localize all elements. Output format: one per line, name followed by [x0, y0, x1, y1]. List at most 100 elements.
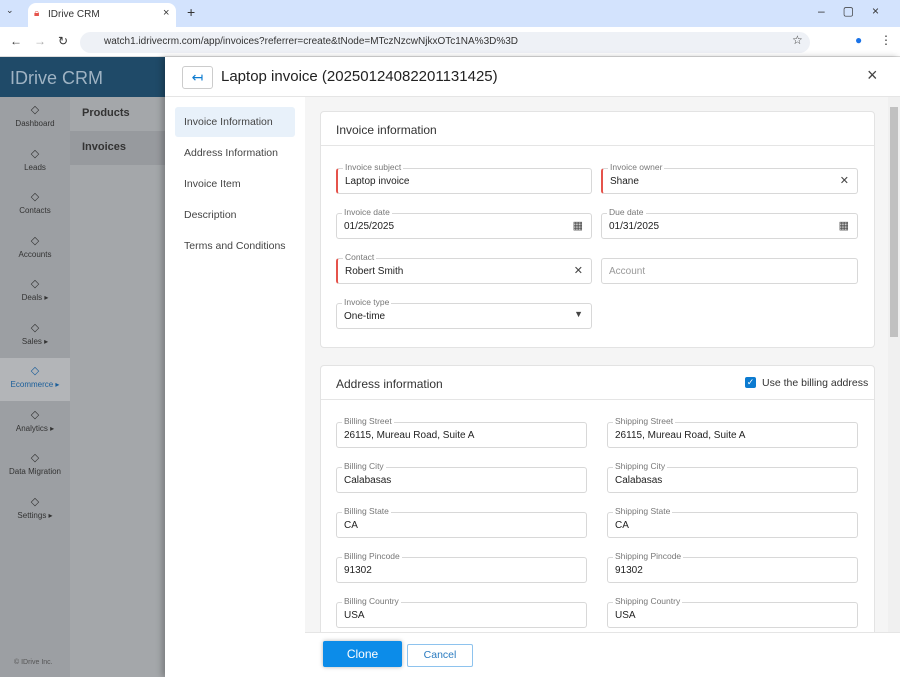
sidebar-item-accounts[interactable]: ◇ Accounts: [0, 228, 70, 271]
section-nav-item[interactable]: Invoice Information: [175, 107, 295, 137]
section-nav-item[interactable]: Address Information: [175, 138, 295, 168]
profile-icon[interactable]: ●: [855, 33, 862, 47]
billing-pincode-field[interactable]: Billing Pincode 91302: [336, 551, 587, 583]
scrollbar-thumb[interactable]: [890, 107, 898, 337]
billing-street-field[interactable]: Billing Street 26115, Mureau Road, Suite …: [336, 416, 587, 448]
account-field[interactable]: Account: [601, 258, 858, 284]
clone-button[interactable]: Clone: [323, 641, 402, 667]
field-value: Calabasas: [344, 475, 392, 486]
calendar-icon[interactable]: ▦: [573, 219, 583, 232]
field-label: Invoice owner: [608, 162, 665, 172]
sidebar-item-leads[interactable]: ◇ Leads: [0, 141, 70, 184]
sidebar-item-label: Ecommerce ▸: [10, 380, 60, 389]
contact-field[interactable]: Contact Robert Smith ✕: [336, 252, 592, 284]
tab-list-icon[interactable]: ⌄: [6, 5, 14, 16]
close-tab-icon[interactable]: ×: [163, 7, 169, 19]
reload-icon[interactable]: ↻: [58, 34, 68, 48]
idrive-favicon-icon: 🔒︎: [34, 8, 40, 19]
field-label: Invoice subject: [343, 162, 404, 172]
back-icon[interactable]: ←: [10, 34, 22, 48]
sidebar-item-label: Dashboard: [15, 119, 55, 128]
field-label: Billing Street: [342, 416, 394, 426]
tab-bar: ⌄ 🔒︎ IDrive CRM × + –▢×: [0, 0, 900, 27]
field-label: Shipping State: [613, 506, 673, 516]
shipping-city-field[interactable]: Shipping City Calabasas: [607, 461, 858, 493]
field-value: 26115, Mureau Road, Suite A: [615, 430, 746, 441]
sidebar-item-contacts[interactable]: ◇ Contacts: [0, 184, 70, 227]
field-value: CA: [615, 520, 629, 531]
sidebar-item-data[interactable]: ◇ Data Migration: [0, 445, 70, 488]
cancel-button[interactable]: Cancel: [407, 644, 473, 667]
sidebar-item-label: Data Migration: [8, 467, 62, 476]
billing-country-field[interactable]: Billing Country USA: [336, 596, 587, 628]
field-value: USA: [615, 610, 636, 621]
copyright: © IDrive Inc.: [14, 659, 53, 666]
analytics-icon: ◇: [30, 408, 40, 421]
section-nav-item[interactable]: Terms and Conditions: [175, 231, 295, 261]
invoice-subject-field[interactable]: Invoice subject Laptop invoice: [336, 162, 592, 194]
billing-city-field[interactable]: Billing City Calabasas: [336, 461, 587, 493]
new-tab-icon[interactable]: +: [187, 4, 195, 20]
section-title: Invoice information: [321, 112, 874, 146]
menu-icon[interactable]: ⋮: [880, 33, 892, 47]
section-nav-item[interactable]: Description: [175, 200, 295, 230]
modal-footer: Clone Cancel: [305, 632, 900, 677]
shipping-state-field[interactable]: Shipping State CA: [607, 506, 858, 538]
shipping-pincode-field[interactable]: Shipping Pincode 91302: [607, 551, 858, 583]
field-placeholder: Account: [609, 266, 646, 277]
field-label: Contact: [343, 252, 377, 262]
field-label: Billing State: [342, 506, 391, 516]
close-modal-icon[interactable]: ×: [867, 65, 878, 86]
sidebar-item-ecommerce[interactable]: ◇ Ecommerce ▸: [0, 358, 70, 401]
window-controls[interactable]: –▢×: [818, 4, 897, 18]
modal-header: ↤ Laptop invoice (20250124082201131425) …: [165, 57, 900, 97]
due-date-field[interactable]: Due date 01/31/2025 ▦: [601, 207, 858, 239]
sidebar-item-label: Contacts: [19, 206, 51, 215]
calendar-icon[interactable]: ▦: [839, 219, 849, 232]
field-value: Shane: [610, 176, 639, 187]
ecommerce-icon: ◇: [30, 365, 40, 377]
subnav-products[interactable]: Products: [70, 97, 165, 131]
deals-icon: ◇: [30, 278, 40, 290]
invoice-type-select[interactable]: Invoice type One-time ▼: [336, 297, 592, 329]
sidebar-item-settings[interactable]: ◇ Settings ▸: [0, 489, 70, 532]
url-field[interactable]: watch1.idrivecrm.com/app/invoices?referr…: [80, 32, 810, 53]
sidebar-item-deals[interactable]: ◇ Deals ▸: [0, 271, 70, 314]
sidebar-item-label: Accounts: [18, 249, 52, 259]
clear-icon[interactable]: ✕: [574, 264, 583, 277]
field-value: USA: [344, 610, 365, 621]
scrollbar[interactable]: [888, 97, 900, 632]
field-value: Robert Smith: [345, 266, 404, 277]
back-button[interactable]: ↤: [182, 66, 213, 89]
field-value: 01/31/2025: [609, 221, 660, 232]
shipping-street-field[interactable]: Shipping Street 26115, Mureau Road, Suite…: [607, 416, 858, 448]
caret-down-icon: ▼: [574, 309, 583, 319]
clear-icon[interactable]: ✕: [840, 174, 849, 187]
subnav-invoices[interactable]: Invoices: [70, 131, 165, 165]
sidebar: ◇ Dashboard ◇ Leads ◇ Contacts ◇ Accounts ◇ Deals…: [0, 97, 70, 677]
browser-tab[interactable]: 🔒︎ IDrive CRM ×: [28, 3, 176, 27]
address-bar-row: ← → ↻ watch1.idrivecrm.com/app/invoices?…: [0, 27, 900, 57]
contacts-icon: ◇: [30, 191, 40, 203]
field-label: Invoice date: [342, 207, 392, 217]
billing-state-field[interactable]: Billing State CA: [336, 506, 587, 538]
sidebar-item-label: Leads: [24, 162, 46, 172]
sidebar-item-dashboard[interactable]: ◇ Dashboard: [0, 97, 70, 140]
sidebar-item-label: Deals ▸: [21, 293, 49, 302]
forward-icon[interactable]: →: [34, 34, 46, 48]
sidebar-item-sales[interactable]: ◇ Sales ▸: [0, 315, 70, 358]
field-value: CA: [344, 520, 358, 531]
field-value: Calabasas: [615, 475, 663, 486]
sidebar-item-label: Sales ▸: [21, 336, 49, 346]
use-billing-checkbox[interactable]: ✓: [745, 377, 756, 388]
field-label: Shipping City: [613, 461, 668, 471]
sidebar-item-analytics[interactable]: ◇ Analytics ▸: [0, 402, 70, 445]
sub-nav: Products Invoices: [70, 97, 165, 677]
bookmark-star-icon[interactable]: ☆: [792, 33, 803, 47]
section-nav-item[interactable]: Invoice Item: [175, 169, 295, 199]
invoice-owner-field[interactable]: Invoice owner Shane ✕: [601, 162, 858, 194]
invoice-date-field[interactable]: Invoice date 01/25/2025 ▦: [336, 207, 592, 239]
shipping-country-field[interactable]: Shipping Country USA: [607, 596, 858, 628]
field-value: 91302: [344, 565, 372, 576]
field-value: Laptop invoice: [345, 176, 410, 187]
